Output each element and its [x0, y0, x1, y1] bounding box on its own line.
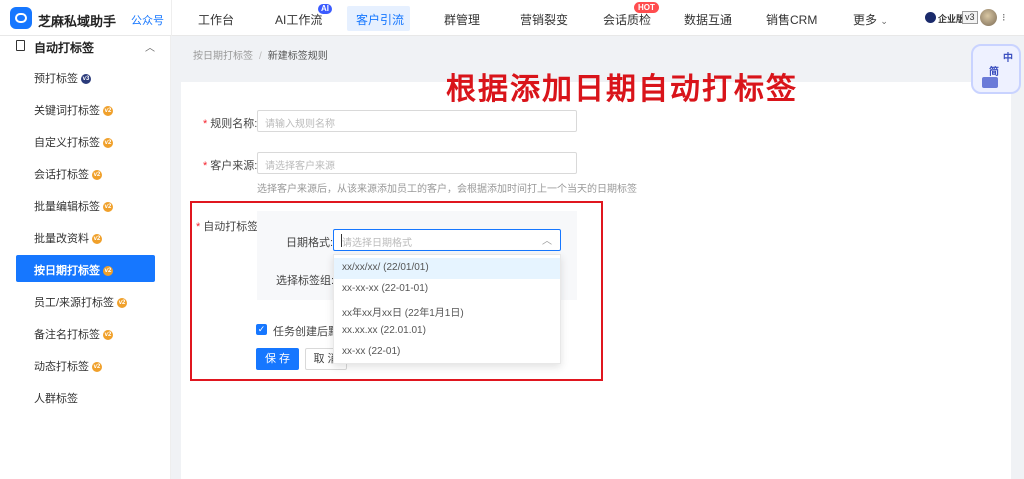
customer-source-label-text: 客户来源: — [210, 160, 258, 172]
customer-source-placeholder: 请选择客户来源 — [265, 161, 335, 172]
sidebar-item-label: 关键词打标签 — [34, 105, 100, 117]
top-navigation-bar: 芝麻私域助手 ⌄ 公众号 工作台 AI工作流 AI 客户引流 群管理 营销裂变 … — [0, 0, 1024, 36]
chevron-up-icon: ︿ — [145, 43, 155, 54]
ime-chinese-label: 中 — [1003, 53, 1013, 64]
sidebar-section-auto-tag[interactable]: 自动打标签 ︿ — [0, 36, 171, 58]
version-badge-icon: v2 — [92, 234, 102, 245]
avatar[interactable] — [980, 9, 997, 26]
ai-badge: AI — [318, 4, 332, 14]
breadcrumb-separator: / — [259, 51, 262, 62]
sidebar-item-label: 按日期打标签 — [34, 265, 100, 277]
public-account-link[interactable]: 公众号 — [131, 12, 164, 28]
version-badge-icon: v2 — [103, 138, 113, 149]
rule-name-input[interactable]: 请输入规则名称 — [257, 110, 577, 132]
sidebar-item-label: 批量编辑标签 — [34, 201, 100, 213]
sidebar-item-batch-edit-tag[interactable]: 批量编辑标签 v2 — [16, 191, 155, 218]
nav-session-qc[interactable]: 会话质检 — [603, 11, 651, 28]
breadcrumb-current: 新建标签规则 — [267, 51, 328, 62]
customer-source-select[interactable]: 请选择客户来源 — [257, 152, 577, 174]
customer-source-hint: 选择客户来源后，从该来源添加员工的客户，会根据添加时间打上一个当天的日期标签 — [257, 184, 637, 195]
sidebar-item-custom-tag[interactable]: 自定义打标签 v2 — [16, 127, 155, 154]
version-badge-icon: v3 — [81, 74, 91, 85]
breadcrumb: 按日期打标签 / 新建标签规则 — [193, 47, 328, 62]
version-badge-icon: v2 — [103, 330, 113, 341]
sidebar-item-session-tag[interactable]: 会话打标签 v2 — [16, 159, 155, 186]
edition-icon — [925, 12, 936, 23]
version-badge-icon: v2 — [92, 362, 102, 373]
edition-label[interactable]: 企业版 — [938, 12, 965, 25]
sidebar-item-label: 会话打标签 — [34, 169, 89, 181]
sidebar-item-batch-edit-profile[interactable]: 批量改资料 v2 — [16, 223, 155, 250]
breadcrumb-parent-link[interactable]: 按日期打标签 — [193, 51, 253, 62]
nav-more[interactable]: 更多 ⌄ — [853, 11, 888, 28]
sidebar: 自动打标签 ︿ 预打标签 v3 关键词打标签 v2 自定义打标签 v2 会话打标签 v2… — [0, 36, 171, 479]
version-badge: v3 — [962, 11, 978, 24]
version-badge-icon: v2 — [103, 266, 113, 277]
ime-simplified-label: 简 — [989, 67, 999, 78]
rule-name-placeholder: 请输入规则名称 — [265, 119, 335, 130]
nav-sales-crm[interactable]: 销售CRM — [766, 11, 817, 28]
sidebar-item-label: 备注名打标签 — [34, 329, 100, 341]
brand-name[interactable]: 芝麻私域助手 — [38, 11, 116, 30]
sidebar-item-label: 人群标签 — [34, 393, 78, 405]
sidebar-item-label: 动态打标签 — [34, 361, 89, 373]
highlight-frame — [190, 201, 603, 381]
sidebar-item-label: 批量改资料 — [34, 233, 89, 245]
hot-badge: HOT — [634, 2, 659, 13]
sidebar-item-keyword-tag[interactable]: 关键词打标签 v2 — [16, 95, 155, 122]
nav-data-sync[interactable]: 数据互通 — [684, 11, 732, 28]
version-badge-icon: v2 — [92, 170, 102, 181]
sidebar-item-remark-tag[interactable]: 备注名打标签 v2 — [16, 319, 155, 346]
ime-floating-badge[interactable]: 中 简 — [971, 44, 1021, 94]
sidebar-item-crowd-tag[interactable]: 人群标签 — [16, 383, 155, 410]
tag-section-icon — [16, 40, 25, 51]
sidebar-item-label: 员工/来源打标签 — [34, 297, 115, 309]
version-badge-icon: v2 — [103, 106, 113, 117]
sidebar-item-pre-tag[interactable]: 预打标签 v3 — [16, 63, 155, 90]
more-icon[interactable]: ⁝ — [1002, 11, 1006, 24]
sidebar-item-dynamic-tag[interactable]: 动态打标签 v2 — [16, 351, 155, 378]
divider — [171, 0, 172, 36]
nav-workbench[interactable]: 工作台 — [198, 11, 234, 28]
version-badge-icon: v2 — [103, 202, 113, 213]
nav-ai-workflow[interactable]: AI工作流 — [275, 11, 322, 28]
rule-name-label: * 规则名称: — [203, 118, 258, 130]
sidebar-item-label: 自定义打标签 — [34, 137, 100, 149]
sidebar-section-title: 自动打标签 — [34, 41, 95, 55]
shirt-icon — [982, 77, 998, 88]
version-badge-icon: v2 — [117, 298, 128, 309]
chevron-down-icon[interactable]: ⌄ — [106, 10, 114, 21]
app-logo-icon[interactable] — [10, 7, 32, 29]
nav-marketing-fission[interactable]: 营销裂变 — [520, 11, 568, 28]
nav-customer-acquisition[interactable]: 客户引流 — [356, 11, 404, 28]
customer-source-label: * 客户来源: — [203, 160, 258, 172]
annotation-title: 根据添加日期自动打标签 — [446, 72, 798, 107]
sidebar-item-staff-source-tag[interactable]: 员工/来源打标签 v2 — [16, 287, 155, 314]
sidebar-item-label: 预打标签 — [34, 73, 78, 85]
nav-group-management[interactable]: 群管理 — [444, 11, 480, 28]
rule-name-label-text: 规则名称: — [210, 118, 258, 130]
chevron-down-icon: ⌄ — [880, 16, 888, 26]
sidebar-item-date-tag[interactable]: 按日期打标签 v2 — [16, 255, 155, 282]
nav-more-label: 更多 — [853, 13, 878, 27]
